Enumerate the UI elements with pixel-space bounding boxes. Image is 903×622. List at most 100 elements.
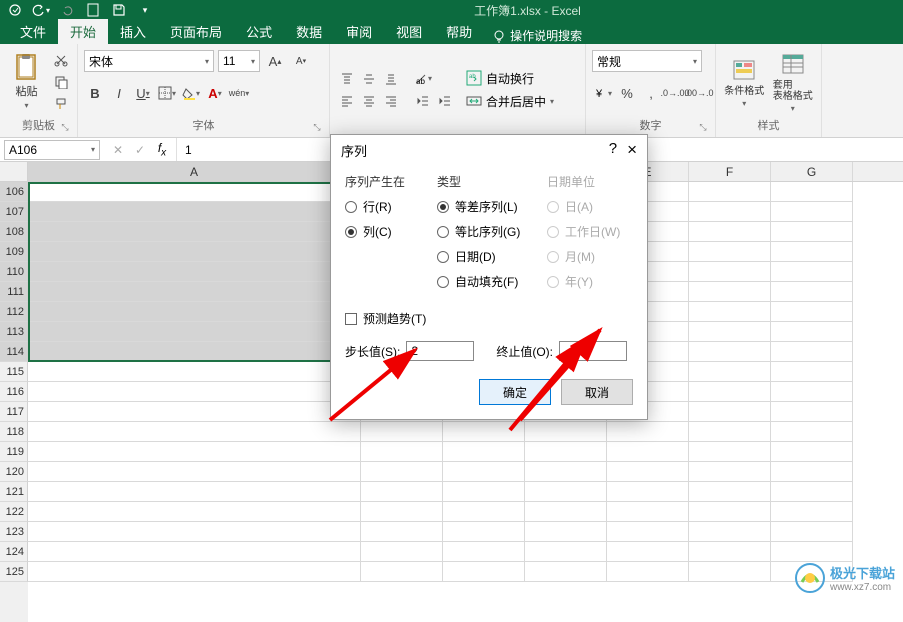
decrease-indent-button[interactable] [412,91,434,111]
cell[interactable] [771,362,853,382]
cell[interactable] [443,422,525,442]
cell[interactable] [607,502,689,522]
tab-home[interactable]: 开始 [58,19,108,44]
dialog-titlebar[interactable]: 序列 ? × [331,135,647,165]
dialog-launcher-icon[interactable]: ⤡ [697,122,709,134]
radio-column[interactable]: 列(C) [345,223,427,240]
new-icon[interactable] [82,1,104,19]
increase-indent-button[interactable] [434,91,456,111]
cell[interactable] [607,482,689,502]
dialog-close-button[interactable]: × [627,140,637,160]
row-header[interactable]: 109 [0,242,28,262]
cell[interactable] [443,482,525,502]
cell[interactable] [525,422,607,442]
row-header[interactable]: 107 [0,202,28,222]
column-header[interactable]: A [28,162,361,181]
orientation-button[interactable]: ab▾ [412,69,434,89]
cell[interactable] [28,422,361,442]
cell[interactable] [689,302,771,322]
cell[interactable] [689,522,771,542]
cell[interactable] [525,462,607,482]
cell[interactable] [607,442,689,462]
align-top-button[interactable] [336,69,358,89]
font-size-combo[interactable]: 11▾ [218,50,260,72]
cell[interactable] [771,182,853,202]
tab-formulas[interactable]: 公式 [234,19,284,44]
cell[interactable] [689,342,771,362]
name-box[interactable]: A106▾ [4,140,100,160]
cell[interactable] [771,542,853,562]
cell[interactable] [771,282,853,302]
row-header[interactable]: 118 [0,422,28,442]
tab-insert[interactable]: 插入 [108,19,158,44]
merge-center-button[interactable]: 合并后居中▾ [466,93,554,110]
row-header[interactable]: 124 [0,542,28,562]
row-header[interactable]: 120 [0,462,28,482]
cell[interactable] [28,562,361,582]
cell[interactable] [28,222,361,242]
align-right-button[interactable] [380,91,402,111]
cell[interactable] [443,502,525,522]
cell[interactable] [689,262,771,282]
cell[interactable] [689,442,771,462]
cell[interactable] [28,282,361,302]
cell[interactable] [28,542,361,562]
decrease-decimal-button[interactable]: .00→.0 [688,82,710,104]
cell[interactable] [689,242,771,262]
format-table-button[interactable]: 套用 表格格式▾ [771,48,816,116]
cell[interactable] [689,542,771,562]
cell[interactable] [525,562,607,582]
cell[interactable] [771,302,853,322]
cell[interactable] [689,562,771,582]
comma-button[interactable]: , [640,82,662,104]
cell[interactable] [361,442,443,462]
fx-button[interactable]: fx [152,140,172,160]
font-color-button[interactable]: A▾ [204,82,226,104]
row-header[interactable]: 113 [0,322,28,342]
conditional-format-button[interactable]: 条件格式▾ [722,48,767,116]
cell[interactable] [771,262,853,282]
underline-button[interactable]: U▾ [132,82,154,104]
dialog-launcher-icon[interactable]: ⤡ [59,122,71,134]
cell[interactable] [771,202,853,222]
cell[interactable] [689,282,771,302]
cell[interactable] [689,482,771,502]
copy-button[interactable] [51,72,71,92]
align-center-button[interactable] [358,91,380,111]
cell[interactable] [28,382,361,402]
cell[interactable] [443,442,525,462]
radio-row[interactable]: 行(R) [345,198,427,215]
cell[interactable] [361,562,443,582]
radio-date[interactable]: 日期(D) [437,248,537,265]
cell[interactable] [771,322,853,342]
row-header[interactable]: 106 [0,182,28,202]
column-header[interactable]: G [771,162,853,181]
cell[interactable] [525,542,607,562]
cell[interactable] [607,422,689,442]
cell[interactable] [771,502,853,522]
row-header[interactable]: 116 [0,382,28,402]
cut-button[interactable] [51,50,71,70]
row-header[interactable]: 110 [0,262,28,282]
cell[interactable] [28,482,361,502]
cell[interactable] [689,402,771,422]
cell[interactable] [28,202,361,222]
italic-button[interactable]: I [108,82,130,104]
cell[interactable] [28,362,361,382]
cell[interactable] [607,462,689,482]
cell[interactable] [771,382,853,402]
cell[interactable] [689,322,771,342]
cell[interactable] [689,462,771,482]
trend-checkbox[interactable]: 预测趋势(T) [345,310,633,327]
dialog-help-button[interactable]: ? [609,140,617,160]
cell[interactable] [28,462,361,482]
paste-button[interactable]: 粘贴 ▾ [6,48,47,116]
save-icon[interactable] [108,1,130,19]
select-all-corner[interactable] [0,162,28,182]
bold-button[interactable]: B [84,82,106,104]
accounting-button[interactable]: ¥▾ [592,82,614,104]
cell[interactable] [607,522,689,542]
ok-button[interactable]: 确定 [479,379,551,405]
cell[interactable] [28,522,361,542]
row-header[interactable]: 111 [0,282,28,302]
